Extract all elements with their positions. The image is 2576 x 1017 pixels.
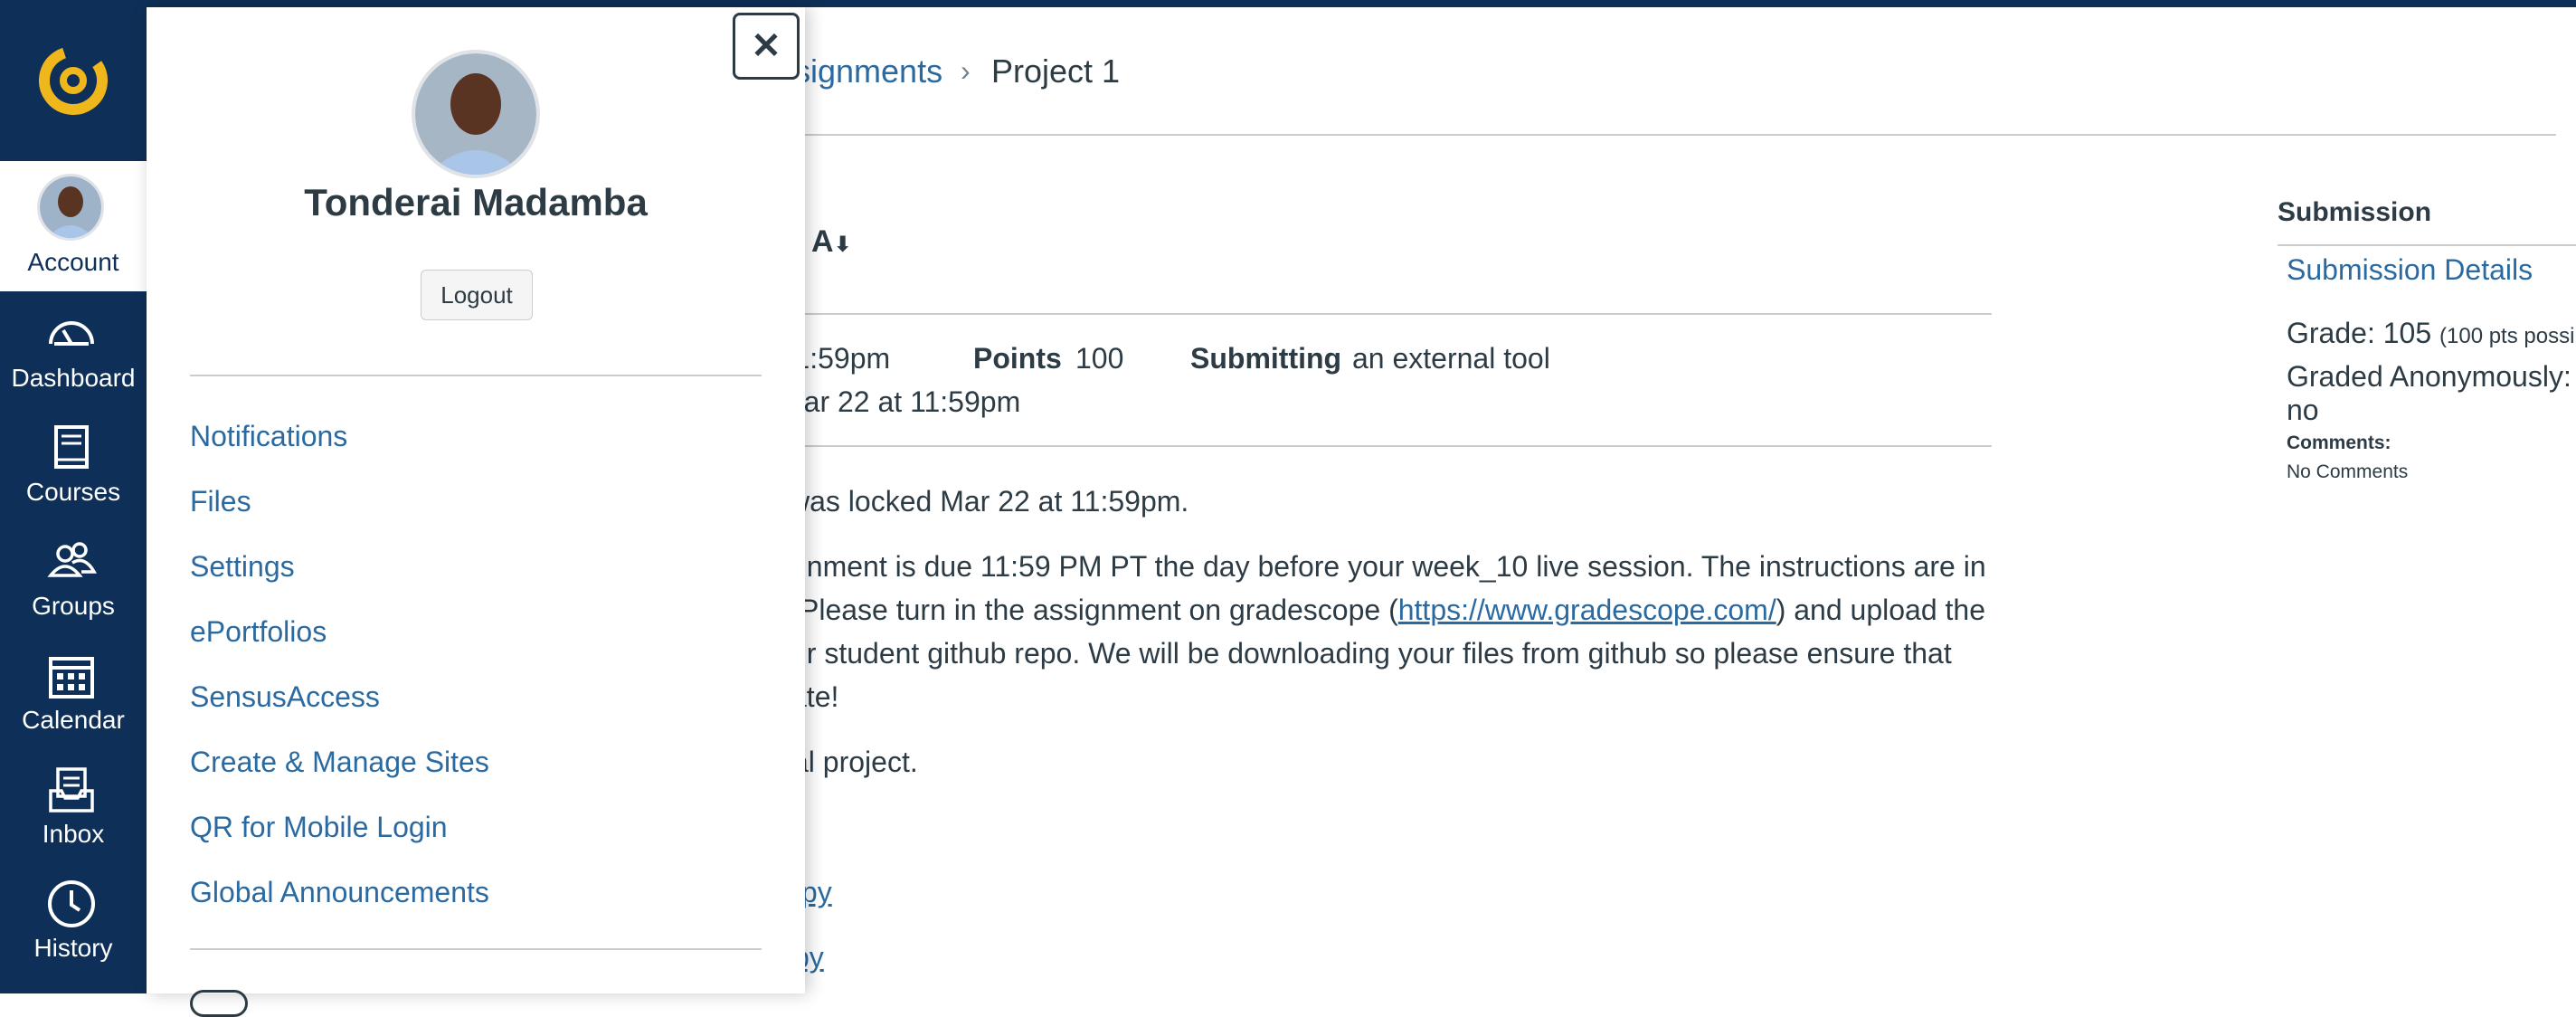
gradescope-link[interactable]: https://www.gradescope.com/ <box>1398 594 1776 626</box>
tray-divider-top <box>190 375 762 376</box>
close-tray-button[interactable]: ✕ <box>733 13 800 80</box>
submitting-value: an external tool <box>1352 342 1550 375</box>
immersive-reader-icon[interactable]: A⬇ <box>811 224 852 260</box>
nav-item-groups[interactable]: Groups <box>0 523 147 637</box>
final-project-text: al project. <box>792 746 918 778</box>
description-line-3: ur student github repo. We will be downl… <box>791 637 1952 670</box>
user-name: Tonderai Madamba <box>304 181 648 223</box>
locked-notice: was locked Mar 22 at 11:59pm. <box>789 485 1189 518</box>
submission-heading: Submission <box>2278 197 2432 227</box>
user-avatar <box>412 50 540 178</box>
tray-link-sensusaccess[interactable]: SensusAccess <box>190 680 380 714</box>
description-line-2: Please turn in the assignment on gradesc… <box>800 594 1985 626</box>
grade: Grade: 105 (100 pts possible) <box>2287 317 2576 349</box>
logout-button[interactable]: Logout <box>421 270 533 320</box>
top-stripe <box>0 0 2576 7</box>
nav-label-courses: Courses <box>25 478 121 506</box>
tray-link-create-manage-sites[interactable]: Create & Manage Sites <box>190 746 489 779</box>
account-tray: ✕ Tonderai Madamba Logout Notifications … <box>147 7 805 1017</box>
nav-label-groups: Groups <box>32 592 115 620</box>
avatar <box>37 174 104 241</box>
points-value: 100 <box>1075 342 1124 375</box>
submitting-label: Submitting <box>1190 342 1342 375</box>
dashboard-icon <box>49 321 94 346</box>
tray-link-global-announcements[interactable]: Global Announcements <box>190 876 489 909</box>
comments-label: Comments: <box>2287 432 2391 453</box>
nav-label-account: Account <box>27 248 119 276</box>
nav-item-calendar[interactable]: Calendar <box>0 637 147 751</box>
inbox-icon <box>49 767 94 813</box>
tray-link-settings[interactable]: Settings <box>190 550 295 584</box>
description-line-1: gnment is due 11:59 PM PT the day before… <box>791 550 1986 583</box>
nav-item-courses[interactable]: Courses <box>0 409 147 523</box>
points-label: Points <box>973 342 1062 375</box>
graded-anonymously: Graded Anonymously: no <box>2287 360 2571 426</box>
nav-item-dashboard[interactable]: Dashboard <box>0 295 147 409</box>
breadcrumb-separator: › <box>961 54 971 87</box>
book-icon <box>54 425 89 469</box>
tray-link-qr-mobile-login[interactable]: QR for Mobile Login <box>190 811 448 844</box>
canvas-logo-icon[interactable] <box>0 0 147 161</box>
nav-label-dashboard: Dashboard <box>11 364 136 392</box>
available-date: Mar 22 at 11:59pm <box>780 385 1021 418</box>
clock-icon <box>48 880 95 927</box>
tray-link-eportfolios[interactable]: ePortfolios <box>190 615 327 649</box>
groups-icon <box>47 542 97 577</box>
nav-label-history: History <box>33 934 113 962</box>
tray-link-files[interactable]: Files <box>190 485 251 518</box>
high-contrast-toggle[interactable] <box>190 990 248 1017</box>
tray-divider-bottom <box>190 948 762 950</box>
submission-details-link[interactable]: Submission Details <box>2287 253 2533 287</box>
submission-divider <box>2278 244 2576 246</box>
nav-item-inbox[interactable]: Inbox <box>0 751 147 865</box>
nav-label-calendar: Calendar <box>22 706 125 734</box>
tray-link-notifications[interactable]: Notifications <box>190 420 347 453</box>
calendar-icon <box>49 657 94 699</box>
nav-label-inbox: Inbox <box>42 820 105 848</box>
nav-item-history[interactable]: History <box>0 865 147 979</box>
global-nav: Account Dashboard Courses Groups Calenda… <box>0 0 147 993</box>
nav-item-account[interactable]: Account <box>0 161 147 291</box>
breadcrumb-current: Project 1 <box>991 52 1121 90</box>
close-icon: ✕ <box>751 26 781 66</box>
comments-value: No Comments <box>2287 461 2409 482</box>
